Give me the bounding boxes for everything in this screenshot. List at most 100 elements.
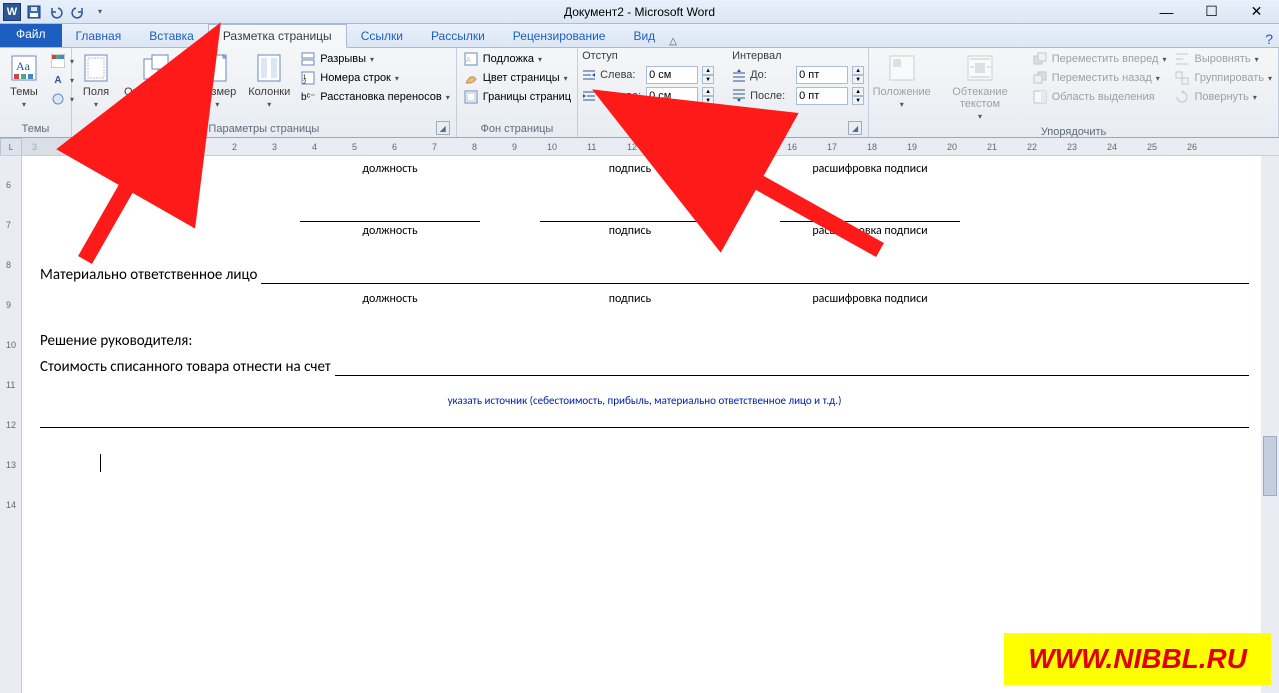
indent-right-input[interactable] (646, 87, 698, 105)
responsible-text: Материально ответственное лицо (40, 266, 257, 284)
selection-pane-label: Область выделения (1052, 91, 1155, 103)
line-numbers-button[interactable]: 12Номера строк ▾ (298, 69, 452, 87)
orientation-icon (140, 53, 170, 83)
watermark-icon: A (464, 52, 478, 66)
tab-mailings[interactable]: Рассылки (417, 25, 499, 47)
page-borders-button[interactable]: Границы страниц (461, 88, 573, 106)
vertical-scrollbar[interactable] (1261, 156, 1279, 693)
svg-text:7: 7 (432, 142, 437, 152)
tab-view[interactable]: Вид (619, 25, 669, 47)
orientation-button[interactable]: Ориентация▾ (120, 50, 190, 112)
indent-right-spinner[interactable]: ▲▼ (702, 87, 714, 105)
send-backward-icon (1033, 71, 1047, 85)
svg-text:26: 26 (1187, 142, 1197, 152)
spacing-after-input[interactable] (796, 87, 848, 105)
svg-text:8: 8 (472, 142, 477, 152)
tab-page-layout[interactable]: Разметка страницы (208, 24, 347, 48)
horizontal-ruler[interactable]: L 32112345678910111213141516171819202122… (0, 138, 1279, 156)
ribbon-minimize-icon[interactable]: △ (669, 36, 677, 47)
svg-text:17: 17 (827, 142, 837, 152)
themes-button[interactable]: Aa Темы▾ (4, 50, 44, 112)
group-button[interactable]: Группировать ▾ (1172, 69, 1274, 87)
sig-position-2: должность (300, 224, 480, 238)
sig-signature-2: подпись (540, 224, 720, 238)
page-color-button[interactable]: Цвет страницы ▾ (461, 69, 573, 87)
sig-decipher-2: расшифровка подписи (780, 224, 960, 238)
minimize-button[interactable]: — (1144, 1, 1189, 23)
svg-text:11: 11 (587, 142, 596, 152)
wrap-text-button[interactable]: Обтекание текстом▾ (934, 50, 1025, 124)
svg-text:Aa: Aa (16, 59, 31, 73)
ruler-corner[interactable]: L (0, 138, 22, 156)
svg-text:19: 19 (907, 142, 917, 152)
colors-icon (51, 54, 65, 68)
spacing-before-input[interactable] (796, 66, 848, 84)
sig-signature-1: подпись (540, 162, 720, 176)
group-page-setup: Поля▾ Ориентация▾ Размер▾ Колонки▾ Разры… (72, 48, 457, 137)
tab-review[interactable]: Рецензирование (499, 25, 620, 47)
help-icon[interactable]: ? (1265, 31, 1273, 47)
tab-references[interactable]: Ссылки (347, 25, 417, 47)
svg-text:10: 10 (547, 142, 557, 152)
page-color-icon (464, 71, 478, 85)
group-page-background-label: Фон страницы (461, 121, 573, 137)
margins-button[interactable]: Поля▾ (76, 50, 116, 112)
send-backward-button[interactable]: Переместить назад ▾ (1030, 69, 1169, 87)
hyphenation-button[interactable]: bᶜ⁻Расстановка переносов ▾ (298, 88, 452, 106)
indent-left-spinner[interactable]: ▲▼ (702, 66, 714, 84)
save-icon (27, 5, 41, 19)
document-area[interactable]: 6 7 8 9 10 11 12 13 14 должность подпись… (0, 156, 1259, 693)
group-icon (1175, 71, 1189, 85)
indent-left-input[interactable] (646, 66, 698, 84)
svg-text:25: 25 (1147, 142, 1157, 152)
svg-text:13: 13 (667, 142, 677, 152)
align-button[interactable]: Выровнять ▾ (1172, 50, 1274, 68)
svg-text:3: 3 (272, 142, 277, 152)
bring-forward-label: Переместить вперед (1052, 53, 1159, 65)
scrollbar-thumb[interactable] (1263, 436, 1277, 496)
page-setup-launcher[interactable]: ◢ (436, 121, 450, 135)
redo-button[interactable] (68, 2, 88, 22)
ribbon-tabs: Файл Главная Вставка Разметка страницы С… (0, 24, 1279, 48)
save-button[interactable] (24, 2, 44, 22)
tab-home[interactable]: Главная (62, 25, 136, 47)
svg-text:22: 22 (1027, 142, 1037, 152)
themes-icon: Aa (10, 54, 38, 82)
spacing-before-spinner[interactable]: ▲▼ (852, 66, 864, 84)
watermark-button[interactable]: AПодложка ▾ (461, 50, 573, 68)
columns-button[interactable]: Колонки▾ (244, 50, 294, 112)
group-themes: Aa Темы▾ ▾ A▾ ▾ Темы (0, 48, 72, 137)
tab-file[interactable]: Файл (0, 23, 62, 47)
columns-label: Колонки (248, 86, 290, 98)
svg-text:1: 1 (192, 142, 197, 152)
window-controls: — ☐ ✕ (1144, 1, 1279, 23)
svg-text:A: A (466, 57, 471, 64)
spacing-before-label: До: (750, 69, 792, 81)
selection-pane-button[interactable]: Область выделения (1030, 88, 1169, 106)
position-button[interactable]: Положение▾ (873, 50, 930, 112)
rotate-button[interactable]: Повернуть ▾ (1172, 88, 1274, 106)
themes-label: Темы (10, 86, 38, 98)
group-paragraph-label: Абзац (708, 123, 739, 135)
indent-right-label: Справа: (600, 90, 642, 102)
wrap-text-label: Обтекание текстом (952, 86, 1007, 110)
tab-insert[interactable]: Вставка (135, 25, 208, 47)
indent-heading: Отступ (582, 50, 714, 64)
breaks-button[interactable]: Разрывы ▾ (298, 50, 452, 68)
breaks-label: Разрывы (320, 53, 366, 65)
group-page-background: AПодложка ▾ Цвет страницы ▾ Границы стра… (457, 48, 578, 137)
group-page-setup-label: Параметры страницы (208, 123, 319, 135)
bring-forward-button[interactable]: Переместить вперед ▾ (1030, 50, 1169, 68)
svg-text:20: 20 (947, 142, 957, 152)
qat-customize[interactable]: ▾ (90, 2, 110, 22)
vertical-ruler[interactable]: 6 7 8 9 10 11 12 13 14 (0, 156, 22, 693)
margins-icon (83, 53, 109, 83)
spacing-after-spinner[interactable]: ▲▼ (852, 87, 864, 105)
size-button[interactable]: Размер▾ (194, 50, 240, 112)
close-button[interactable]: ✕ (1234, 1, 1279, 23)
undo-button[interactable] (46, 2, 66, 22)
size-label: Размер (198, 86, 236, 98)
app-icon[interactable]: W (2, 2, 22, 22)
maximize-button[interactable]: ☐ (1189, 1, 1234, 23)
paragraph-launcher[interactable]: ◢ (848, 121, 862, 135)
